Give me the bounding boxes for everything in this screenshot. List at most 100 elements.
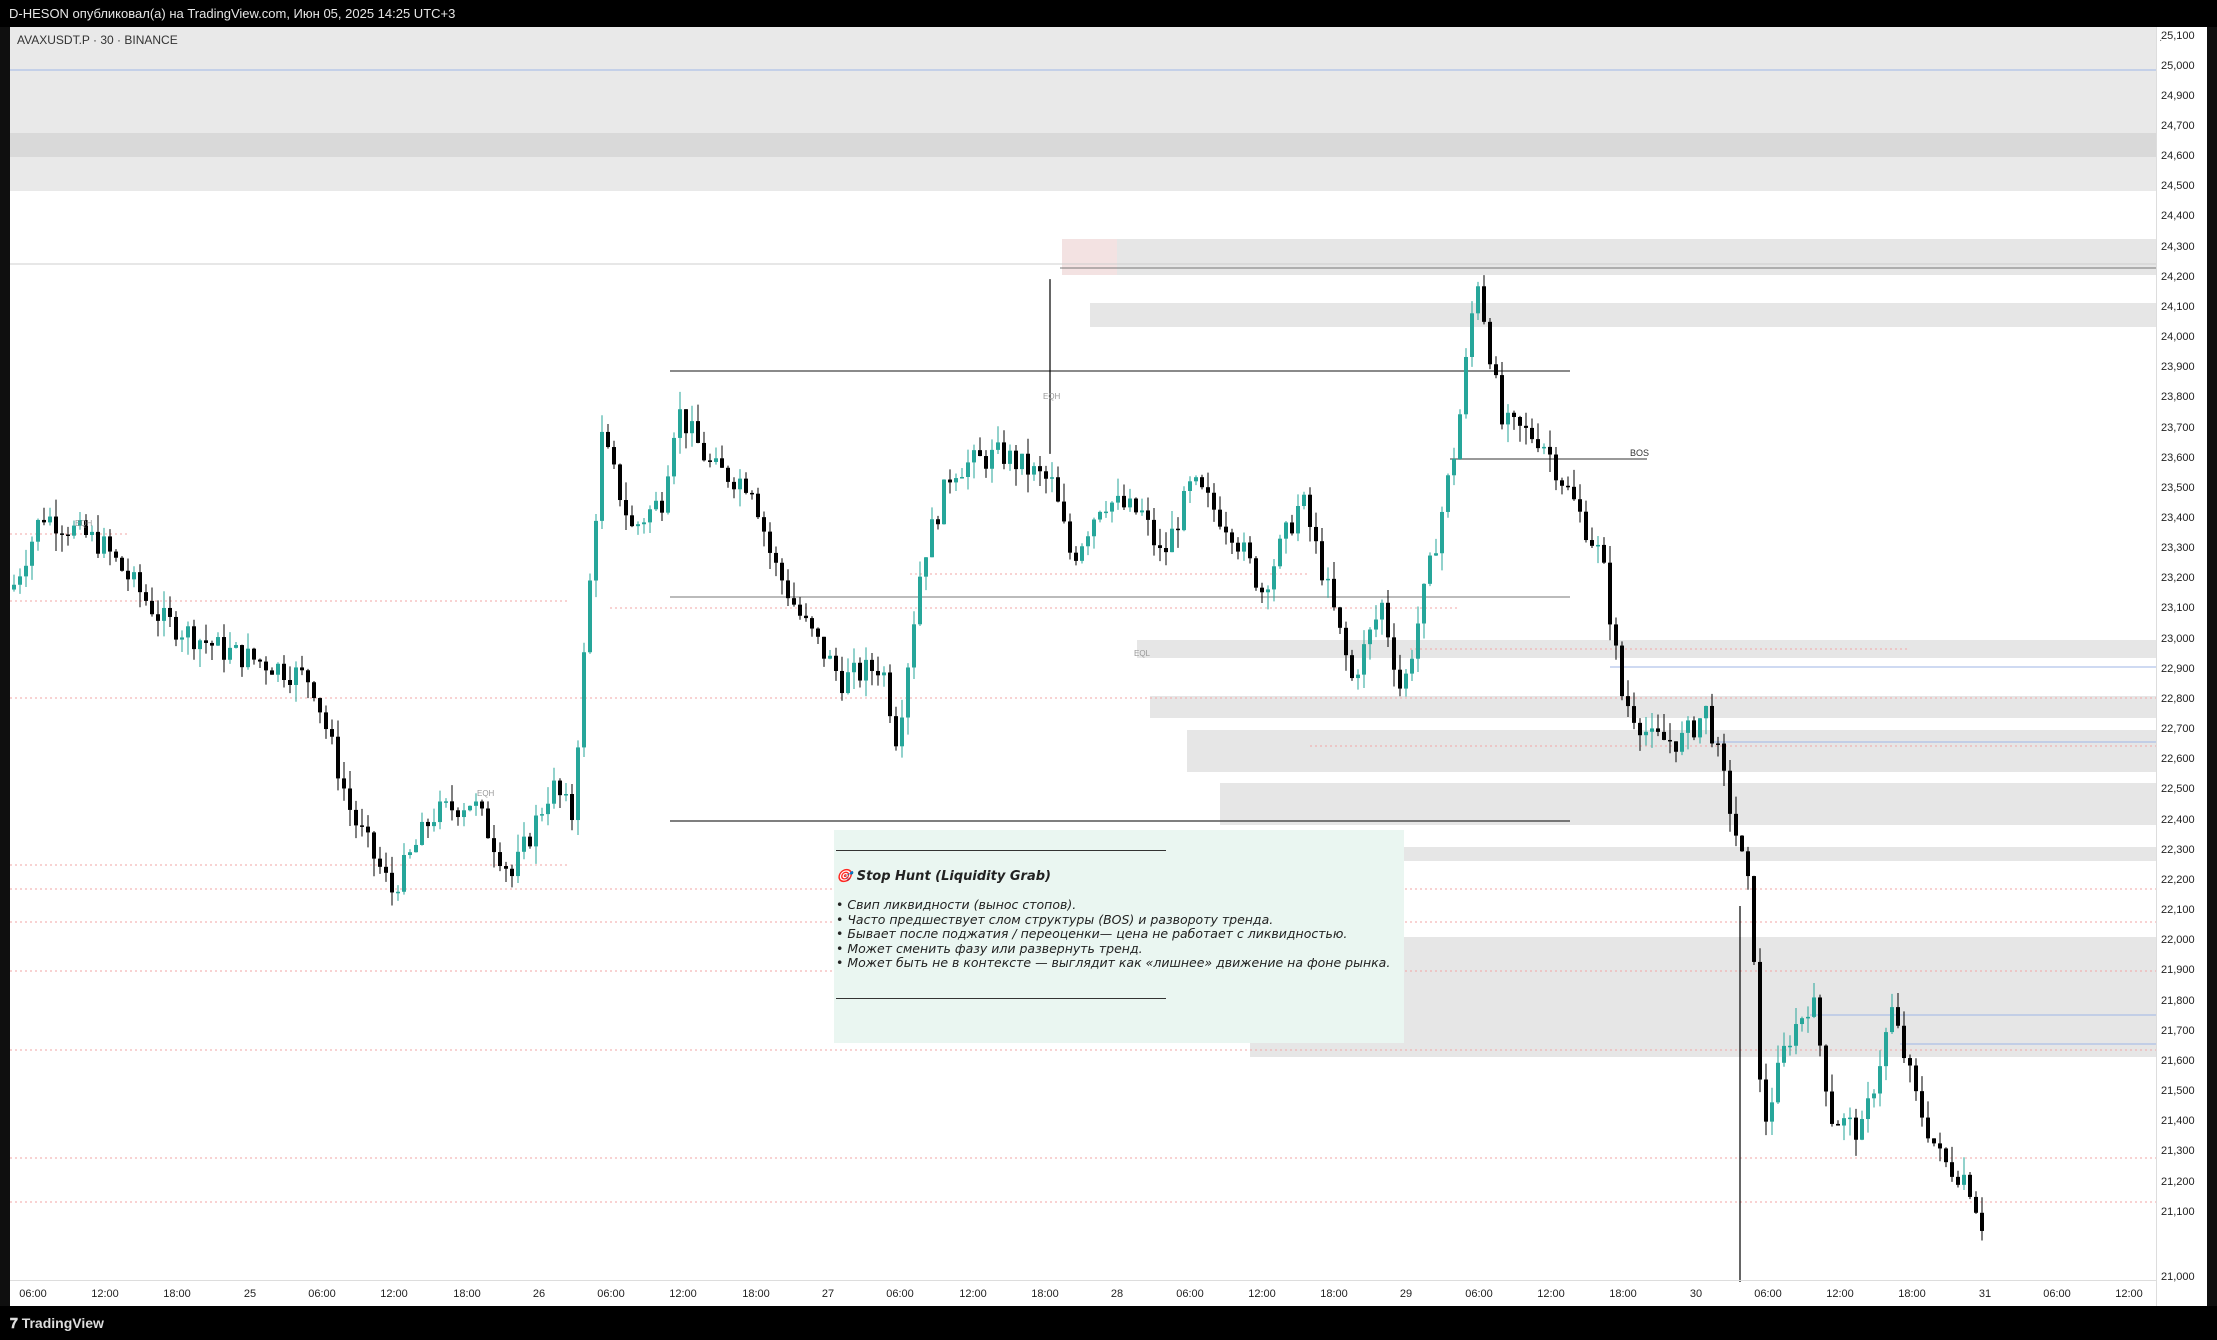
candle-body: [816, 628, 820, 637]
candle-body: [780, 562, 784, 581]
candle-body: [144, 592, 148, 601]
candle-body: [846, 672, 850, 694]
time-axis[interactable]: 06:00 12:00 18:00 25 06:00 12:00 18:00 2…: [10, 1280, 2156, 1306]
candle-body: [726, 467, 730, 482]
symbol-info[interactable]: AVAXUSDT.P · 30 · BINANCE: [17, 33, 178, 47]
candle-body: [1848, 1117, 1852, 1120]
time-tick: 25: [243, 1288, 257, 1300]
price-axis[interactable]: · 25,100 25,000 24,900 24,700 24,600 24,…: [2156, 27, 2207, 1306]
price-tick: 24,900: [2161, 90, 2195, 102]
candle-body: [1218, 509, 1222, 527]
candle-body: [1686, 720, 1690, 733]
candle-body: [936, 519, 940, 525]
candle-body: [708, 460, 712, 462]
price-tick: 22,500: [2161, 783, 2195, 795]
candle-body: [498, 852, 502, 867]
candle-body: [1620, 645, 1624, 697]
candle-body: [1512, 412, 1516, 417]
time-tick: 26: [532, 1288, 546, 1300]
supply-zone: [1220, 783, 2156, 825]
candle-body: [1452, 458, 1456, 476]
candle-body: [576, 747, 580, 821]
time-tick: 18:00: [1031, 1288, 1059, 1300]
chart-area[interactable]: AVAXUSDT.P · 30 · BINANCE EQH EQH EQH EQ…: [10, 27, 2207, 1306]
candle-body: [630, 515, 634, 527]
candle-body: [360, 825, 364, 827]
candle-body: [1038, 466, 1042, 472]
candlestick-chart[interactable]: [10, 27, 2156, 1306]
candle-body: [228, 647, 232, 660]
candle-body: [1560, 480, 1564, 486]
supply-zone: [1150, 696, 2156, 718]
note-rule-top: [836, 850, 1166, 851]
candle-body: [1572, 486, 1576, 500]
price-plot[interactable]: AVAXUSDT.P · 30 · BINANCE EQH EQH EQH EQ…: [10, 27, 2156, 1306]
candle-body: [282, 663, 286, 680]
candle-body: [1368, 629, 1372, 645]
candle-body: [510, 868, 514, 877]
candle-body: [462, 810, 466, 818]
time-tick: 12:00: [380, 1288, 408, 1300]
candle-body: [24, 565, 28, 577]
price-tick: 23,200: [2161, 572, 2195, 584]
candle-body: [1962, 1174, 1966, 1185]
candle-body: [1824, 1045, 1828, 1092]
price-tick: 21,100: [2161, 1206, 2195, 1218]
time-tick: 12:00: [1826, 1288, 1854, 1300]
time-tick: 18:00: [163, 1288, 191, 1300]
time-tick: 12:00: [959, 1288, 987, 1300]
note-title: 🎯 Stop Hunt (Liquidity Grab): [836, 869, 1051, 884]
candle-body: [696, 421, 700, 443]
candle-body: [312, 682, 316, 699]
candle-body: [606, 431, 610, 448]
candle-body: [36, 519, 40, 542]
candle-body: [1746, 851, 1750, 877]
candle-body: [810, 618, 814, 629]
candle-body: [1698, 718, 1702, 738]
candle-body: [1968, 1174, 1972, 1197]
candle-body: [528, 836, 532, 847]
candle-body: [672, 437, 676, 477]
candle-body: [132, 572, 136, 580]
candle-body: [1542, 446, 1546, 449]
supply-zone: [1187, 730, 2156, 772]
candle-body: [960, 476, 964, 479]
price-tick: 22,700: [2161, 723, 2195, 735]
eql-label: EQL: [1134, 649, 1151, 658]
candle-body: [738, 478, 742, 490]
candle-body: [912, 624, 916, 668]
candle-body: [984, 456, 988, 469]
note-line: • Может сменить фазу или развернуть трен…: [836, 940, 1143, 956]
eqh-label: EQH: [1043, 392, 1061, 401]
candle-body: [1644, 731, 1648, 736]
time-tick: 06:00: [597, 1288, 625, 1300]
candle-body: [1092, 519, 1096, 537]
candle-body: [792, 598, 796, 605]
candle-body: [1902, 1025, 1906, 1059]
candle-body: [1260, 587, 1264, 593]
price-tick: 23,000: [2161, 633, 2195, 645]
candle-body: [1326, 578, 1330, 581]
tradingview-logo[interactable]: 𝟕 TradingView: [10, 1315, 104, 1332]
candle-body: [1704, 705, 1708, 719]
candle-body: [1200, 477, 1204, 488]
candle-body: [1908, 1058, 1912, 1066]
price-tick: 23,100: [2161, 602, 2195, 614]
candle-body: [864, 659, 868, 681]
stop-hunt-note[interactable]: 🎯 Stop Hunt (Liquidity Grab) • Свип ликв…: [834, 830, 1404, 1043]
price-tick: 23,700: [2161, 422, 2195, 434]
price-tick: 21,000: [2161, 1271, 2195, 1283]
candle-body: [516, 851, 520, 877]
supply-zone-red: [1062, 239, 1117, 275]
price-tick: 24,200: [2161, 271, 2195, 283]
candle-body: [420, 821, 424, 845]
price-tick: 23,800: [2161, 391, 2195, 403]
candle-body: [330, 729, 334, 737]
price-tick: 21,500: [2161, 1085, 2195, 1097]
candle-body: [1104, 511, 1108, 514]
candle-body: [876, 670, 880, 676]
candle-body: [1074, 552, 1078, 561]
candle-body: [1638, 722, 1642, 736]
price-tick: 22,400: [2161, 814, 2195, 826]
time-tick: 18:00: [1320, 1288, 1348, 1300]
